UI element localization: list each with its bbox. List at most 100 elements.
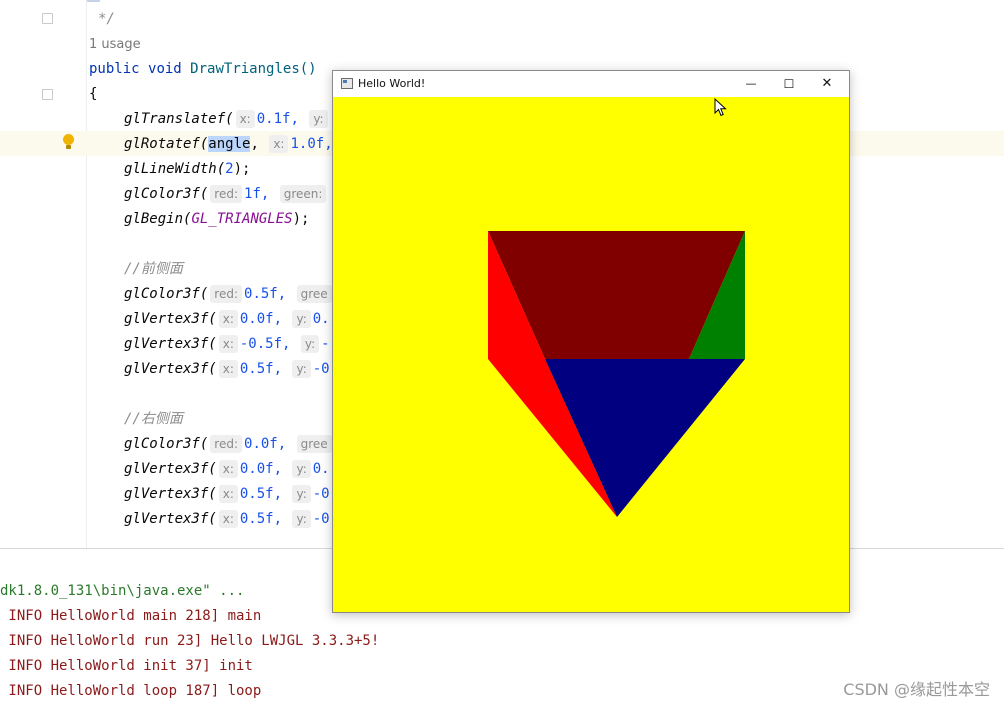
- close-button[interactable]: ✕: [808, 71, 846, 97]
- function-call: glVertex3f(: [124, 361, 217, 377]
- number-literal: -0.5f,: [239, 336, 291, 352]
- param-hint: y:: [292, 510, 311, 528]
- param-hint: red:: [210, 185, 243, 203]
- number-literal: -0: [312, 511, 330, 527]
- function-call: glVertex3f(: [124, 461, 217, 477]
- render-surface: [333, 97, 849, 612]
- code-line: glVertex3f(x: -0.5f, y: -: [89, 332, 330, 357]
- comma: ,: [250, 136, 259, 152]
- param-hint: x:: [218, 510, 238, 528]
- opengl-canvas[interactable]: [333, 97, 849, 612]
- param-hint: x:: [218, 310, 238, 328]
- function-call: glRotatef(: [124, 136, 209, 152]
- brace: {: [89, 86, 98, 102]
- param-hint: x:: [235, 110, 255, 128]
- console-line: INFO HelloWorld main 218] main: [0, 608, 262, 624]
- punctuation: );: [292, 211, 310, 227]
- function-call: glVertex3f(: [124, 486, 217, 502]
- console-line: INFO HelloWorld init 37] init: [0, 658, 253, 674]
- number-literal: 0.5f,: [239, 486, 283, 502]
- param-hint: y:: [309, 110, 328, 128]
- fold-marker-icon[interactable]: [42, 13, 53, 24]
- number-literal: -0: [312, 361, 330, 377]
- code-comment: //右侧面: [89, 407, 183, 432]
- code-line: glVertex3f(x: 0.0f, y: 0.: [89, 457, 330, 482]
- code-line: glRotatef(angle, x: 1.0f,: [89, 132, 333, 157]
- code-line: glBegin(GL_TRIANGLES);: [89, 207, 309, 232]
- method-name: DrawTriangles(): [190, 61, 317, 77]
- function-call: glVertex3f(: [124, 511, 217, 527]
- number-literal: 0.: [312, 311, 330, 327]
- code-line: glColor3f(red: 1f, green:: [89, 182, 328, 207]
- param-hint: x:: [218, 360, 238, 378]
- console-line: dk1.8.0_131\bin\java.exe" ...: [0, 583, 245, 599]
- watermark: CSDN @缘起性本空: [843, 680, 990, 699]
- number-literal: -: [321, 336, 330, 352]
- selected-identifier: angle: [208, 136, 251, 152]
- code-line: glTranslatef(x: 0.1f, y:: [89, 107, 330, 132]
- fold-marker-icon[interactable]: [42, 89, 53, 100]
- param-hint: red:: [210, 285, 243, 303]
- code-line: {: [89, 82, 97, 107]
- code-line: glVertex3f(x: 0.5f, y: -0: [89, 482, 330, 507]
- number-literal: 0.1f,: [256, 111, 299, 127]
- number-literal: 1.0f,: [290, 136, 333, 152]
- param-hint: y:: [292, 460, 311, 478]
- param-hint: x:: [269, 135, 289, 153]
- comment-text: */: [98, 11, 115, 27]
- method-signature: public void DrawTriangles(): [89, 57, 317, 82]
- function-call: glColor3f(: [124, 286, 209, 302]
- maximize-button[interactable]: ☐: [770, 71, 808, 97]
- number-literal: 1f,: [244, 186, 270, 202]
- lightbulb-icon[interactable]: [63, 134, 74, 149]
- number-literal: 0.5f,: [239, 361, 283, 377]
- code-line: glColor3f(red: 0.0f, gree: [89, 432, 334, 457]
- param-hint: x:: [218, 460, 238, 478]
- param-hint: gree: [296, 435, 332, 453]
- param-hint: x:: [218, 485, 238, 503]
- number-literal: 2: [225, 161, 234, 177]
- gutter-divider: [86, 0, 87, 548]
- function-call: glVertex3f(: [124, 336, 217, 352]
- window-title: Hello World!: [358, 77, 426, 90]
- function-call: glVertex3f(: [124, 311, 217, 327]
- number-literal: -0: [312, 486, 330, 502]
- console-line: INFO HelloWorld loop 187] loop: [0, 683, 262, 699]
- function-call: glLineWidth(: [124, 161, 226, 177]
- code-line: glLineWidth(2);: [89, 157, 250, 182]
- code-line: glVertex3f(x: 0.0f, y: 0.: [89, 307, 330, 332]
- minimize-button[interactable]: —: [732, 71, 770, 97]
- number-literal: 0.0f,: [239, 311, 283, 327]
- code-line: */: [98, 7, 115, 32]
- number-literal: 0.0f,: [244, 436, 287, 452]
- punctuation: );: [233, 161, 251, 177]
- keyword: public: [89, 61, 140, 77]
- code-line: glVertex3f(x: 0.5f, y: -0: [89, 357, 330, 382]
- code-line: glVertex3f(x: 0.5f, y: -0: [89, 507, 330, 532]
- number-literal: 0.5f,: [239, 511, 283, 527]
- param-hint: green:: [279, 185, 327, 203]
- number-literal: 0.5f,: [244, 286, 287, 302]
- param-hint: x:: [218, 335, 238, 353]
- window-titlebar[interactable]: Hello World! — ☐ ✕: [333, 71, 849, 97]
- hello-world-window[interactable]: Hello World! — ☐ ✕: [332, 70, 850, 613]
- param-hint: y:: [300, 335, 320, 353]
- number-literal: 0.0f,: [239, 461, 283, 477]
- editor-gutter: [0, 0, 86, 548]
- code-comment: //前侧面: [89, 257, 183, 282]
- param-hint: y:: [292, 485, 311, 503]
- code-line: glColor3f(red: 0.5f, gree: [89, 282, 334, 307]
- function-call: glBegin(: [124, 211, 192, 227]
- param-hint: gree: [296, 285, 332, 303]
- function-call: glColor3f(: [124, 186, 209, 202]
- param-hint: y:: [292, 310, 311, 328]
- function-call: glColor3f(: [124, 436, 209, 452]
- console-line: INFO HelloWorld run 23] Hello LWJGL 3.3.…: [0, 633, 380, 649]
- mouse-cursor-icon: [714, 98, 727, 117]
- keyword: void: [148, 61, 182, 77]
- comment-text: //右侧面: [124, 411, 183, 427]
- usage-hint[interactable]: 1 usage: [89, 32, 141, 57]
- comment-text: //前侧面: [124, 261, 183, 277]
- function-call: glTranslatef(: [124, 111, 234, 127]
- param-hint: y:: [292, 360, 311, 378]
